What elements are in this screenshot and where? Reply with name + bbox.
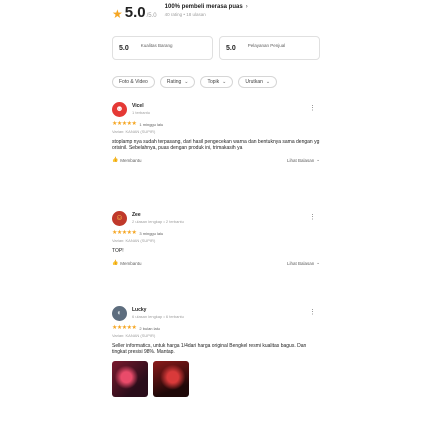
star-icon: ★ [112, 7, 123, 21]
avatar[interactable]: ◐ [112, 305, 127, 321]
rating-summary: ★ 5.0 /5.0 100% pembeli merasa puas › 40… [112, 4, 248, 28]
kebab-menu-icon[interactable]: ⋮ [309, 214, 316, 221]
filter-topic[interactable]: Topik ⌄ [200, 76, 234, 88]
average-score: 5.0 [124, 4, 146, 21]
satisfied-text[interactable]: 100% pembeli merasa puas › [165, 4, 248, 10]
chevron-right-icon: › [245, 4, 248, 10]
kebab-menu-icon[interactable]: ⋮ [309, 105, 316, 112]
review-stars: ★★★★★ [112, 230, 137, 236]
sub-rating-label: Kualitas Barang [140, 42, 173, 48]
helpful-button[interactable]: 👍 Membantu [112, 157, 142, 163]
review-variant: Varian: KANAN (SUPIR) [112, 129, 156, 134]
avatar-icon: ☻ [115, 104, 124, 113]
sub-rating-quality: 5.0 Kualitas Barang [112, 36, 213, 60]
review-text: stoplamp nya sudah terpasang, dari hasil… [112, 139, 320, 151]
avatar[interactable]: ☺ [112, 210, 127, 226]
thumbs-up-icon: 👍 [112, 260, 119, 266]
view-reply-button[interactable]: Lihat Balasan ⌄ [287, 260, 320, 266]
chevron-down-icon: ⌄ [265, 79, 271, 85]
review-filters: Foto & Video Rating ⌄ Topik ⌄ Urutkan ⌄ [112, 76, 278, 88]
sub-rating-service: 5.0 Pelayanan Penjual [219, 36, 320, 60]
reviewer-meta: 1 terbantu [132, 110, 151, 115]
thumbs-up-icon: 👍 [112, 157, 119, 163]
sub-rating-score: 5.0 [119, 44, 129, 52]
chevron-down-icon: ⌄ [184, 79, 189, 85]
reviewer-name[interactable]: Zee [132, 212, 184, 218]
review-photo[interactable] [153, 361, 189, 397]
filter-sort[interactable]: Urutkan ⌄ [238, 76, 278, 88]
summary-details[interactable]: 100% pembeli merasa puas › 40 rating • 1… [165, 4, 248, 17]
view-reply-button[interactable]: Lihat Balasan ⌄ [287, 157, 320, 163]
sub-ratings: 5.0 Kualitas Barang 5.0 Pelayanan Penjua… [112, 36, 320, 60]
avatar[interactable]: ☻ [112, 101, 127, 117]
chevron-down-icon: ⌄ [316, 260, 320, 265]
sub-rating-score: 5.0 [226, 44, 236, 52]
filter-rating[interactable]: Rating ⌄ [159, 76, 196, 88]
review-variant: Varian: KANAN (SUPIR) [112, 238, 156, 243]
reviewer-meta: 2 ulasan lengkap • 2 terbantu [132, 219, 184, 224]
kebab-menu-icon[interactable]: ⋮ [309, 309, 316, 316]
review-text: TOP! [112, 248, 124, 254]
avatar-icon: ☺ [115, 213, 124, 222]
review-time: 3 minggu lalu [139, 230, 164, 236]
review-card: ◐ Lucky 6 ulasan lengkap • 6 terbantu ⋮ … [112, 305, 320, 397]
review-photo[interactable] [112, 361, 148, 397]
filter-photo-video[interactable]: Foto & Video [112, 76, 155, 88]
review-stars: ★★★★★ [112, 121, 137, 127]
sub-rating-label: Pelayanan Penjual [247, 42, 286, 48]
review-time: 1 minggu lalu [139, 121, 164, 127]
reviewer-name[interactable]: Vicel [132, 103, 150, 109]
reviewer-name[interactable]: Lucky [132, 307, 184, 313]
helpful-button[interactable]: 👍 Membantu [112, 260, 142, 266]
review-card: ☻ Vicel 1 terbantu ⋮ ★★★★★ 1 minggu lalu… [112, 101, 320, 163]
rating-count-text: 40 rating • 18 ulasan [164, 12, 206, 17]
review-variant: Varian: KANAN (SUPIR) [112, 333, 156, 338]
chevron-down-icon: ⌄ [316, 157, 320, 162]
reviewer-meta: 6 ulasan lengkap • 6 terbantu [132, 314, 184, 319]
review-photos [112, 361, 320, 397]
review-stars: ★★★★★ [112, 325, 137, 331]
review-card: ☺ Zee 2 ulasan lengkap • 2 terbantu ⋮ ★★… [112, 210, 320, 266]
chevron-down-icon: ⌄ [222, 79, 227, 85]
avatar-icon: ◐ [117, 308, 122, 317]
review-time: 2 bulan lalu [139, 325, 160, 331]
score-max: /5.0 [146, 13, 157, 19]
review-text: Seller informatics, untuk harga 1/4dari … [112, 343, 307, 355]
